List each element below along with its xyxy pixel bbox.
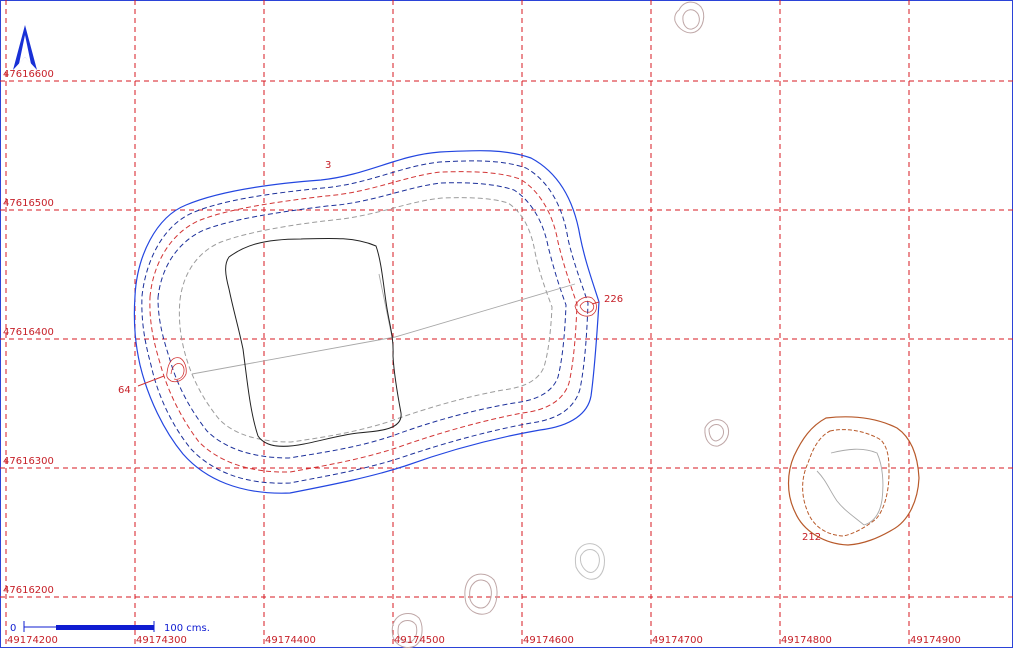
x-label-49174900: 49174900 bbox=[910, 635, 961, 646]
x-label-49174200: 49174200 bbox=[7, 635, 58, 646]
x-label-49174600: 49174600 bbox=[523, 635, 574, 646]
feature-label-3: 3 bbox=[325, 160, 331, 171]
y-label-47616400: 47616400 bbox=[3, 327, 54, 338]
x-label-49174500: 49174500 bbox=[394, 635, 445, 646]
y-label-47616200: 47616200 bbox=[3, 585, 54, 596]
y-label-47616500: 47616500 bbox=[3, 198, 54, 209]
scale-bar-left-label: 0 bbox=[10, 623, 16, 634]
feature-label-64: 64 bbox=[118, 385, 131, 396]
map-canvas: 47616600 47616500 47616400 47616300 4761… bbox=[0, 0, 1013, 648]
map-frame bbox=[0, 0, 1013, 648]
x-label-49174400: 49174400 bbox=[265, 635, 316, 646]
x-label-49174300: 49174300 bbox=[136, 635, 187, 646]
x-label-49174700: 49174700 bbox=[652, 635, 703, 646]
y-label-47616300: 47616300 bbox=[3, 456, 54, 467]
scale-bar-right-label: 100 cms. bbox=[164, 623, 210, 634]
x-label-49174800: 49174800 bbox=[781, 635, 832, 646]
feature-label-226: 226 bbox=[604, 294, 623, 305]
feature-label-212: 212 bbox=[802, 532, 821, 543]
scale-bar-fill bbox=[56, 625, 154, 630]
y-label-47616600: 47616600 bbox=[3, 69, 54, 80]
